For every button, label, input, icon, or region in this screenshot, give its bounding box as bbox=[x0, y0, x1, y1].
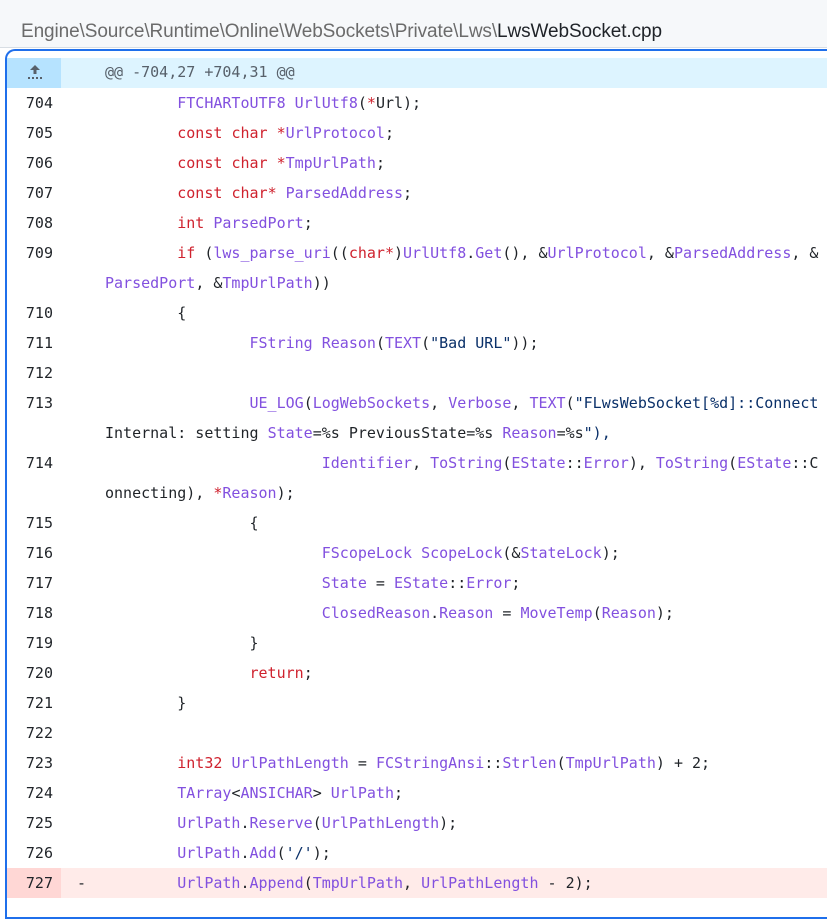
diff-line: 722 bbox=[7, 718, 827, 748]
code-text: ClosedReason.Reason = MoveTemp(Reason); bbox=[321, 604, 674, 622]
line-number[interactable]: 718 bbox=[7, 604, 53, 622]
diff-line: 706 const char *TmpUrlPath; bbox=[7, 148, 827, 178]
diff-line: 723 int32 UrlPathLength = FCStringAnsi::… bbox=[7, 748, 827, 778]
line-number[interactable]: 724 bbox=[7, 784, 53, 802]
code-text-wrapped: Internal: setting State=%s PreviousState… bbox=[105, 424, 611, 442]
line-number[interactable]: 713 bbox=[7, 394, 53, 412]
code-text: UrlPath.Append(TmpUrlPath, UrlPathLength… bbox=[177, 874, 593, 892]
diff-line: 724 TArray<ANSICHAR> UrlPath; bbox=[7, 778, 827, 808]
code-text: State = EState::Error; bbox=[321, 574, 521, 592]
diff-line: 705 const char *UrlProtocol; bbox=[7, 118, 827, 148]
code-text: { bbox=[105, 304, 187, 322]
code-text: UrlPath.Reserve(UrlPathLength); bbox=[177, 814, 458, 832]
diff-line: 716 FScopeLock ScopeLock(&StateLock); bbox=[7, 538, 827, 568]
diff-line: 720 return; bbox=[7, 658, 827, 688]
diff-line: 714 Identifier, ToString(EState::Error),… bbox=[7, 448, 827, 508]
file-path[interactable]: Engine\Source\Runtime\Online\WebSockets\… bbox=[21, 21, 662, 43]
line-number[interactable]: 720 bbox=[7, 664, 53, 682]
diff-line: 708 int ParsedPort; bbox=[7, 208, 827, 238]
line-number[interactable]: 725 bbox=[7, 814, 53, 832]
diff-line: 713 UE_LOG(LogWebSockets, Verbose, TEXT(… bbox=[7, 388, 827, 448]
code-text: int ParsedPort; bbox=[177, 214, 313, 232]
line-number[interactable]: 706 bbox=[7, 154, 53, 172]
file-breadcrumb: Engine\Source\Runtime\Online\WebSockets\… bbox=[0, 0, 827, 48]
line-number[interactable]: 716 bbox=[7, 544, 53, 562]
line-number[interactable]: 705 bbox=[7, 124, 53, 142]
diff-line: 704 FTCHARToUTF8 UrlUtf8(*Url); bbox=[7, 88, 827, 118]
diff-line: 712 bbox=[7, 358, 827, 388]
code-text: const char *TmpUrlPath; bbox=[177, 154, 385, 172]
diff-sign: - bbox=[77, 874, 87, 892]
code-text: const char *UrlProtocol; bbox=[177, 124, 394, 142]
file-path-dir: Engine\Source\Runtime\Online\WebSockets\… bbox=[21, 21, 498, 42]
line-number[interactable]: 708 bbox=[7, 214, 53, 232]
code-text: UE_LOG(LogWebSockets, Verbose, TEXT("FLw… bbox=[249, 394, 819, 412]
line-number[interactable]: 722 bbox=[7, 724, 53, 742]
diff-line: 721 } bbox=[7, 688, 827, 718]
code-text: return; bbox=[249, 664, 313, 682]
line-number[interactable]: 714 bbox=[7, 454, 53, 472]
diff-line: 707 const char* ParsedAddress; bbox=[7, 178, 827, 208]
line-number[interactable]: 726 bbox=[7, 844, 53, 862]
hunk-range: @@ -704,27 +704,31 @@ bbox=[105, 63, 295, 81]
hunk-header: @@ -704,27 +704,31 @@ bbox=[7, 58, 827, 88]
line-number[interactable]: 711 bbox=[7, 334, 53, 352]
diff-line: 726 UrlPath.Add('/'); bbox=[7, 838, 827, 868]
diff-line: 711 FString Reason(TEXT("Bad URL")); bbox=[7, 328, 827, 358]
code-text: TArray<ANSICHAR> UrlPath; bbox=[177, 784, 404, 802]
code-text: if (lws_parse_uri((char*)UrlUtf8.Get(), … bbox=[177, 244, 819, 262]
line-number[interactable]: 707 bbox=[7, 184, 53, 202]
code-text: int32 UrlPathLength = FCStringAnsi::Strl… bbox=[177, 754, 711, 772]
code-text: const char* ParsedAddress; bbox=[177, 184, 413, 202]
code-text-wrapped: onnecting), *Reason); bbox=[105, 484, 295, 502]
hunk-expand-gutter[interactable] bbox=[7, 58, 61, 88]
code-text: FString Reason(TEXT("Bad URL")); bbox=[249, 334, 539, 352]
code-text: } bbox=[105, 694, 187, 712]
diff-line: 718 ClosedReason.Reason = MoveTemp(Reaso… bbox=[7, 598, 827, 628]
line-number[interactable]: 717 bbox=[7, 574, 53, 592]
code-text: FScopeLock ScopeLock(&StateLock); bbox=[321, 544, 620, 562]
diff-line: 719 } bbox=[7, 628, 827, 658]
diff-line: 715 { bbox=[7, 508, 827, 538]
diff-line: 725 UrlPath.Reserve(UrlPathLength); bbox=[7, 808, 827, 838]
line-number[interactable]: 719 bbox=[7, 634, 53, 652]
diff-line-deleted: - 727 UrlPath.Append(TmpUrlPath, UrlPathL… bbox=[7, 868, 827, 898]
code-text: } bbox=[105, 634, 259, 652]
code-text: FTCHARToUTF8 UrlUtf8(*Url); bbox=[177, 94, 422, 112]
line-number[interactable]: 710 bbox=[7, 304, 53, 322]
file-name[interactable]: LwsWebSocket.cpp bbox=[497, 21, 662, 42]
expand-up-icon[interactable] bbox=[26, 63, 44, 81]
line-number[interactable]: 715 bbox=[7, 514, 53, 532]
line-number[interactable]: 723 bbox=[7, 754, 53, 772]
line-number[interactable]: 709 bbox=[7, 244, 53, 262]
diff-line: 709 if (lws_parse_uri((char*)UrlUtf8.Get… bbox=[7, 238, 827, 298]
code-text: UrlPath.Add('/'); bbox=[177, 844, 331, 862]
code-text-wrapped: ParsedPort, &TmpUrlPath)) bbox=[105, 274, 331, 292]
diff-line: 717 State = EState::Error; bbox=[7, 568, 827, 598]
code-text: { bbox=[105, 514, 259, 532]
line-number[interactable]: 704 bbox=[7, 94, 53, 112]
line-number[interactable]: 712 bbox=[7, 364, 53, 382]
code-text: Identifier, ToString(EState::Error), ToS… bbox=[321, 454, 819, 472]
line-number[interactable]: 727 bbox=[7, 874, 53, 892]
diff-line: 710 { bbox=[7, 298, 827, 328]
line-number[interactable]: 721 bbox=[7, 694, 53, 712]
